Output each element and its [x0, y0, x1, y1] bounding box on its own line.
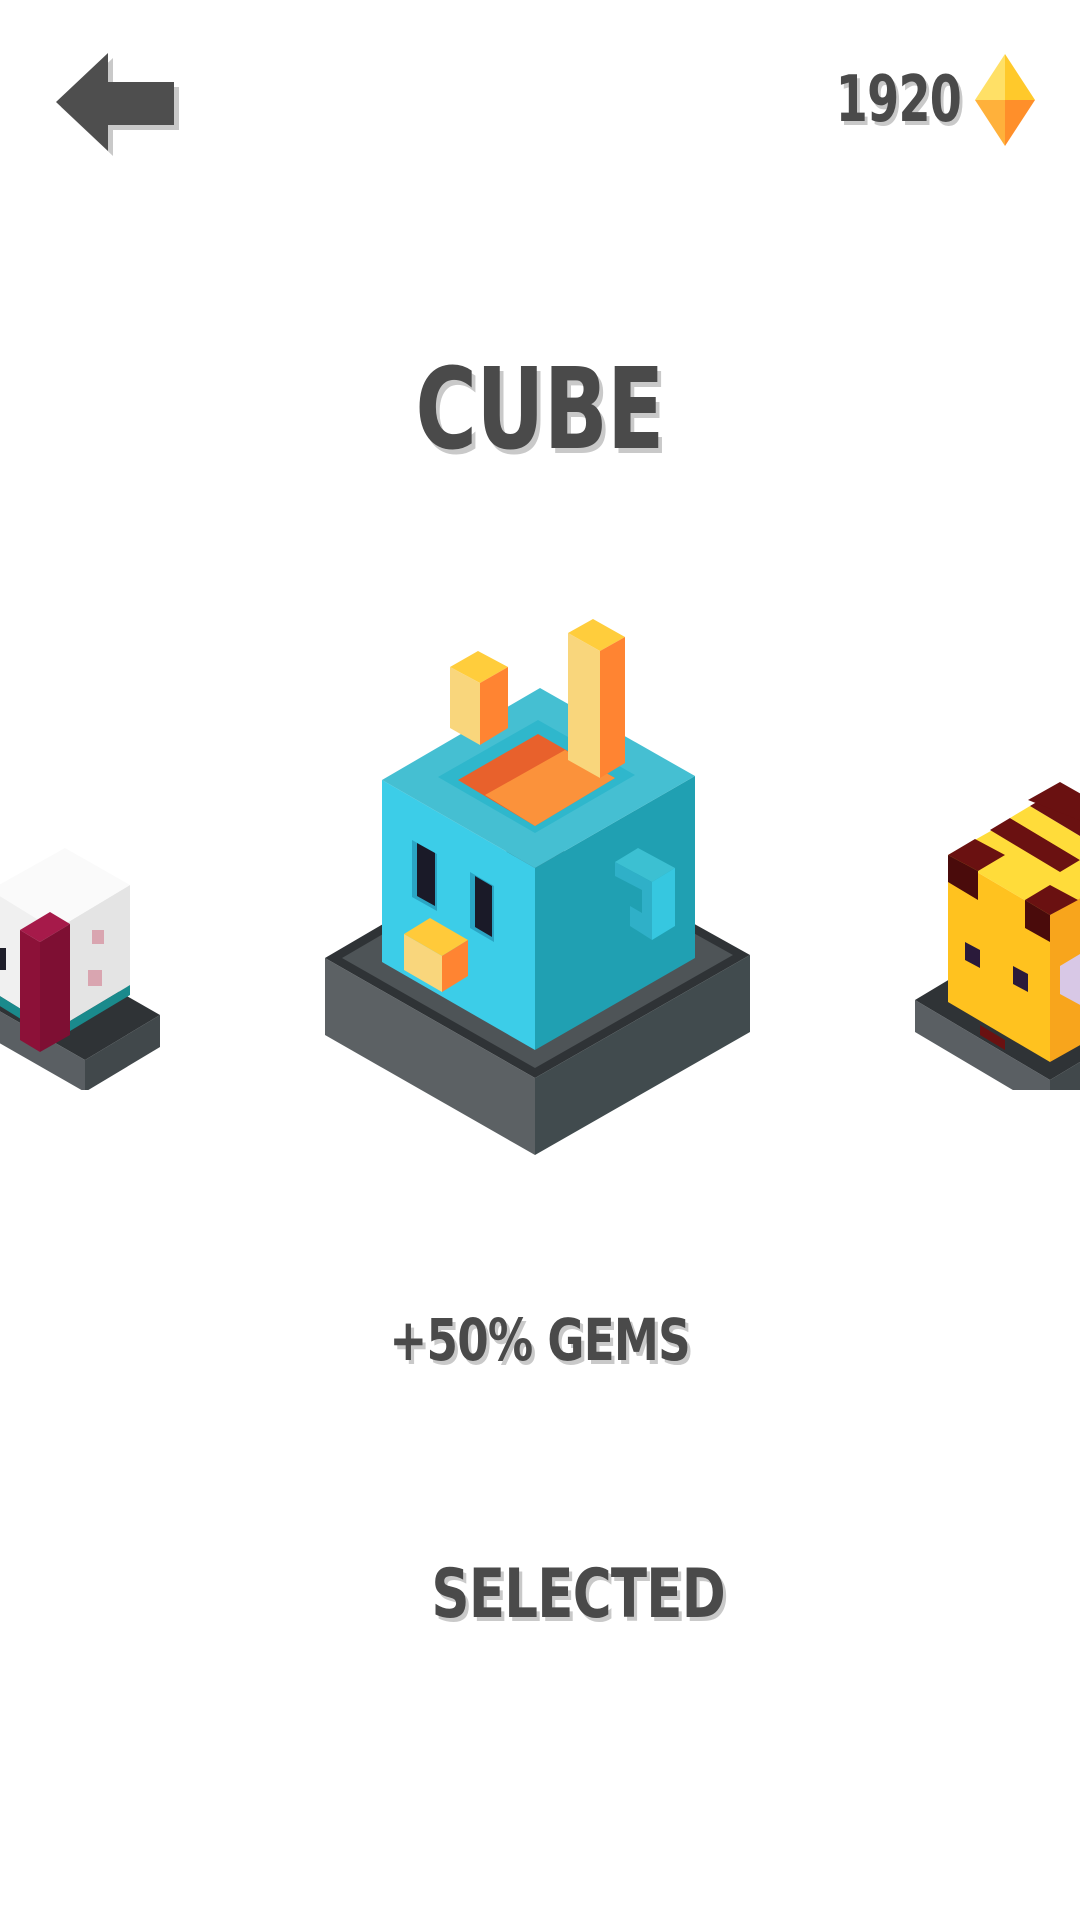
character-carousel[interactable] — [0, 600, 1080, 1180]
character-name: CUBE — [415, 345, 665, 475]
selected-status-button[interactable]: SELECTED — [390, 1545, 725, 1645]
gem-counter: 1920 — [787, 52, 1035, 147]
back-button[interactable] — [50, 45, 180, 160]
character-select-screen: 1920 CUBE +50% GEMS SELECTED — [0, 0, 1080, 1920]
gem-count: 1920 — [835, 62, 962, 137]
next-character[interactable] — [910, 760, 1080, 1090]
selected-character-cube[interactable] — [320, 600, 760, 1160]
character-bonus: +50% GEMS — [389, 1306, 691, 1374]
previous-character[interactable] — [0, 830, 170, 1090]
gem-icon — [975, 53, 1035, 146]
back-arrow-icon — [56, 53, 179, 156]
